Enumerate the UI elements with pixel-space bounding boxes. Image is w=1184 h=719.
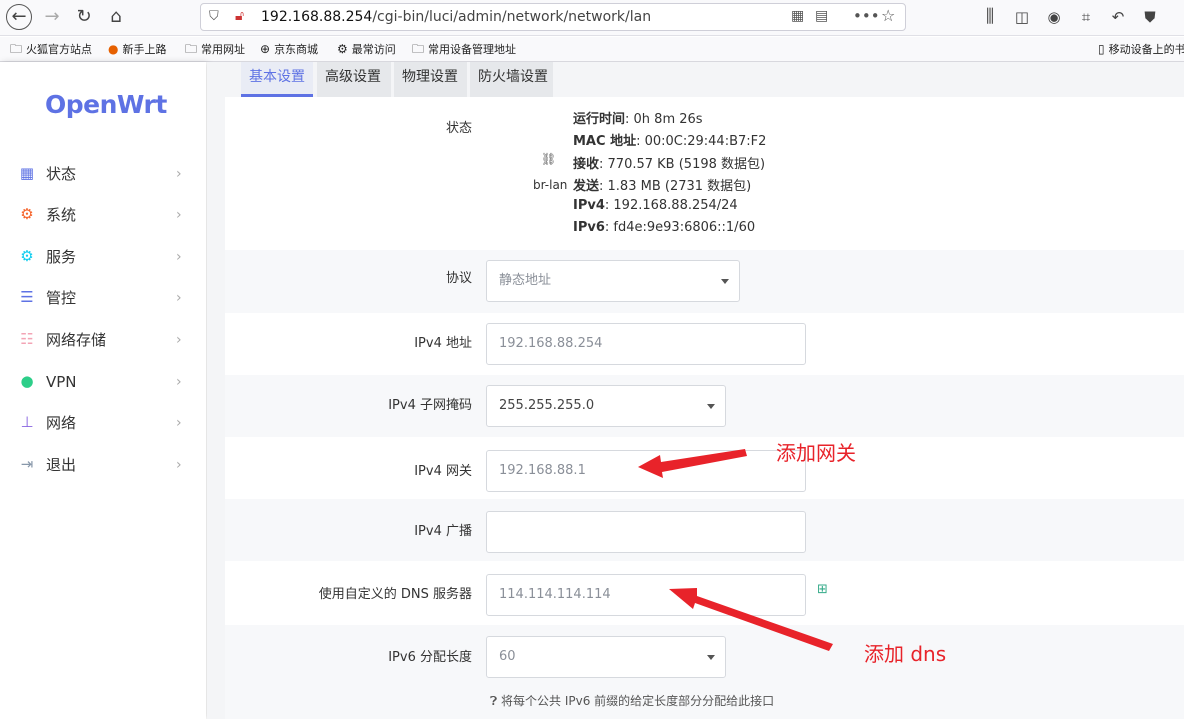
annotation-gateway: 添加网关 [776, 441, 856, 465]
annotation-arrows [638, 449, 833, 651]
annotation-dns: 添加 dns [864, 642, 947, 666]
arrow-dns [669, 588, 833, 651]
arrow-gateway [638, 449, 747, 478]
